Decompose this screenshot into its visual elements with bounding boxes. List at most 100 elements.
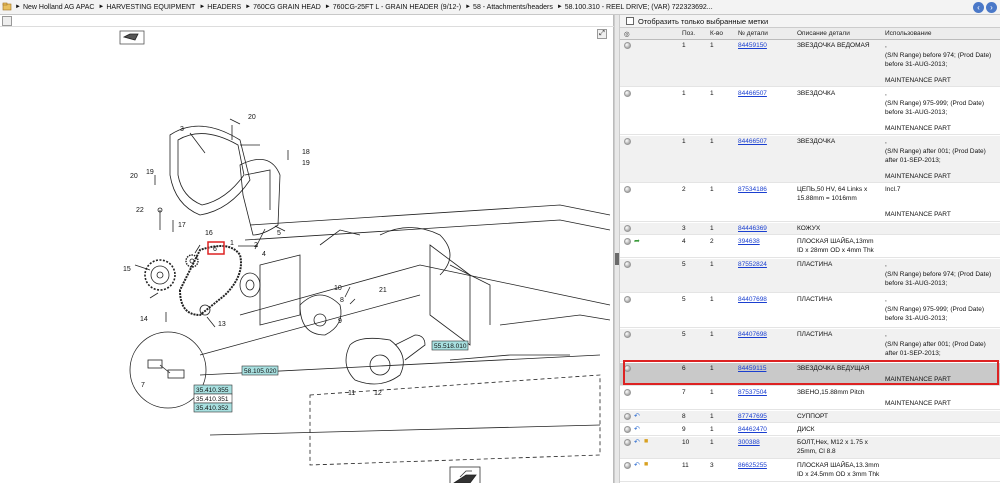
- table-row[interactable]: ↶ ■ 11 3 86625255 ПЛОСКАЯ ШАЙБА,13.3mm I…: [620, 460, 1000, 482]
- reply-arrow-icon[interactable]: ↶: [634, 438, 640, 446]
- callout-number[interactable]: 17: [178, 222, 186, 229]
- ref-link[interactable]: 55.518.010: [434, 343, 467, 350]
- part-number-link[interactable]: 86625255: [738, 462, 767, 471]
- part-number-link[interactable]: 394638: [738, 238, 760, 247]
- ref-link[interactable]: 58.105.020: [244, 368, 277, 375]
- reply-arrow-icon[interactable]: ↶: [634, 412, 640, 420]
- select-dot-icon[interactable]: [624, 413, 631, 420]
- ref-link[interactable]: 35.410.355: [196, 387, 229, 394]
- callout-number[interactable]: 9: [338, 318, 342, 325]
- table-row[interactable]: ↶ 9 1 84462470 ДИСК: [620, 424, 1000, 436]
- table-row-selected[interactable]: 6 1 84459115 ЗВЕЗДОЧКА ВЕДУЩАЯ MAINTENAN…: [620, 363, 1000, 386]
- callout-number[interactable]: 4: [262, 251, 266, 258]
- callout-number[interactable]: 7: [141, 382, 145, 389]
- callout-number[interactable]: 13: [218, 321, 226, 328]
- show-selected-checkbox[interactable]: [626, 17, 634, 25]
- select-dot-icon[interactable]: [624, 225, 631, 232]
- callout-number[interactable]: 3: [180, 126, 184, 133]
- forward-arrow-icon[interactable]: ›: [986, 2, 997, 13]
- part-number-link[interactable]: 87537504: [738, 389, 767, 398]
- green-arrow-icon[interactable]: ➦: [634, 237, 640, 245]
- callout-number[interactable]: 11: [348, 390, 355, 397]
- part-number-link[interactable]: 87534186: [738, 186, 767, 195]
- callout-number[interactable]: 8: [340, 297, 344, 304]
- callout-number[interactable]: 15: [123, 266, 131, 273]
- select-dot-icon[interactable]: [624, 462, 631, 469]
- select-dot-icon[interactable]: [624, 261, 631, 268]
- callout-number[interactable]: 19: [302, 160, 310, 167]
- ref-link[interactable]: 35.410.352: [196, 405, 229, 412]
- select-dot-icon[interactable]: [624, 331, 631, 338]
- part-number-link[interactable]: 84459150: [738, 42, 767, 51]
- table-row[interactable]: 7 1 87537504 ЗВЕНО,15.88mm Pitch MAINTEN…: [620, 387, 1000, 410]
- part-number-link[interactable]: 300388: [738, 439, 760, 448]
- col-pos[interactable]: Поз.: [682, 30, 695, 37]
- callout-number[interactable]: 1: [230, 240, 234, 247]
- table-row[interactable]: ↶ 8 1 87747695 СУППОРТ: [620, 411, 1000, 423]
- package-icon[interactable]: ■: [644, 438, 648, 445]
- part-number-link[interactable]: 87747695: [738, 413, 767, 422]
- cell-usage-detail: (S/N Range) before 974; (Prod Date) befo…: [885, 52, 992, 68]
- table-row[interactable]: 3 1 84446369 КОЖУХ: [620, 223, 1000, 235]
- breadcrumb-item[interactable]: ► 760CG GRAIN HEAD: [245, 4, 321, 11]
- select-dot-icon[interactable]: [624, 296, 631, 303]
- col-description[interactable]: Описание детали: [797, 30, 850, 37]
- table-row[interactable]: 2 1 87534186 ЦЕПЬ,50 HV, 64 Links x 15.8…: [620, 184, 1000, 222]
- package-icon[interactable]: ■: [644, 461, 648, 468]
- callout-number[interactable]: 14: [140, 316, 148, 323]
- select-dot-icon[interactable]: [624, 186, 631, 193]
- col-usage[interactable]: Использование: [885, 30, 931, 37]
- ref-link[interactable]: 35.410.351: [196, 396, 229, 403]
- breadcrumb-item[interactable]: ► HARVESTING EQUIPMENT: [98, 4, 195, 11]
- callout-number[interactable]: 21: [379, 287, 387, 294]
- select-dot-icon[interactable]: [624, 238, 631, 245]
- part-number-link[interactable]: 84466507: [738, 90, 767, 99]
- callout-number[interactable]: 2: [254, 242, 258, 249]
- select-dot-icon[interactable]: [624, 365, 631, 372]
- table-row[interactable]: 5 1 84407698 ПЛАСТИНА , (S/N Range) afte…: [620, 329, 1000, 362]
- callout-number[interactable]: 18: [302, 149, 310, 156]
- breadcrumb-item[interactable]: ► HEADERS: [199, 4, 241, 11]
- callout-number[interactable]: 10: [334, 285, 342, 292]
- table-row[interactable]: ➦ 4 2 394638 ПЛОСКАЯ ШАЙБА,13mm ID x 28m…: [620, 236, 1000, 258]
- select-dot-icon[interactable]: [624, 439, 631, 446]
- select-dot-icon[interactable]: [624, 42, 631, 49]
- breadcrumb-item[interactable]: ► 760CG-25FT L - GRAIN HEADER (9/12-): [325, 4, 461, 11]
- header-select-icon[interactable]: ◎: [624, 30, 630, 38]
- reply-arrow-icon[interactable]: ↶: [634, 461, 640, 469]
- breadcrumb-item[interactable]: ► New Holland AG APAC: [15, 4, 94, 11]
- callout-number[interactable]: 19: [146, 169, 154, 176]
- col-part-no[interactable]: № детали: [738, 30, 768, 37]
- table-row[interactable]: 5 1 87552824 ПЛАСТИНА , (S/N Range) befo…: [620, 259, 1000, 293]
- table-row[interactable]: 5 1 84407698 ПЛАСТИНА , (S/N Range) 975-…: [620, 294, 1000, 328]
- table-row[interactable]: 1 1 84459150 ЗВЕЗДОЧКА ВЕДОМАЯ , (S/N Ra…: [620, 40, 1000, 87]
- callout-number[interactable]: 16: [205, 230, 213, 237]
- part-number-link[interactable]: 84466507: [738, 138, 767, 147]
- callout-number[interactable]: 20: [248, 114, 256, 121]
- breadcrumb-item[interactable]: ► 58 - Attachments/headers: [465, 4, 553, 11]
- table-row[interactable]: 1 1 84466507 ЗВЕЗДОЧКА , (S/N Range) aft…: [620, 136, 1000, 183]
- select-dot-icon[interactable]: [624, 138, 631, 145]
- part-number-link[interactable]: 84462470: [738, 426, 767, 435]
- part-number-link[interactable]: 84407698: [738, 331, 767, 340]
- part-number-link[interactable]: 84446369: [738, 225, 767, 234]
- select-dot-icon[interactable]: [624, 90, 631, 97]
- table-row[interactable]: ↶ ■ 10 1 300388 БОЛТ,Hex, M12 x 1.75 x 2…: [620, 437, 1000, 459]
- callout-number[interactable]: 12: [374, 390, 382, 397]
- callout-number[interactable]: 20: [130, 173, 138, 180]
- part-number-link[interactable]: 84407698: [738, 296, 767, 305]
- callout-number[interactable]: 22: [136, 207, 144, 214]
- callout-number[interactable]: 5: [277, 230, 281, 237]
- back-arrow-icon[interactable]: ‹: [973, 2, 984, 13]
- home-icon[interactable]: [2, 2, 12, 12]
- part-number-link[interactable]: 87552824: [738, 261, 767, 270]
- col-qty[interactable]: К-во: [710, 30, 723, 37]
- select-dot-icon[interactable]: [624, 389, 631, 396]
- part-number-link[interactable]: 84459115: [738, 365, 766, 374]
- reply-arrow-icon[interactable]: ↶: [634, 425, 640, 433]
- table-row[interactable]: 1 1 84466507 ЗВЕЗДОЧКА , (S/N Range) 975…: [620, 88, 1000, 135]
- callout-number[interactable]: 6: [213, 246, 217, 253]
- splitter-grip[interactable]: [615, 253, 619, 265]
- breadcrumb-item[interactable]: ► 58.100.310 - REEL DRIVE; (VAR) 7223236​…: [557, 4, 713, 11]
- select-dot-icon[interactable]: [624, 426, 631, 433]
